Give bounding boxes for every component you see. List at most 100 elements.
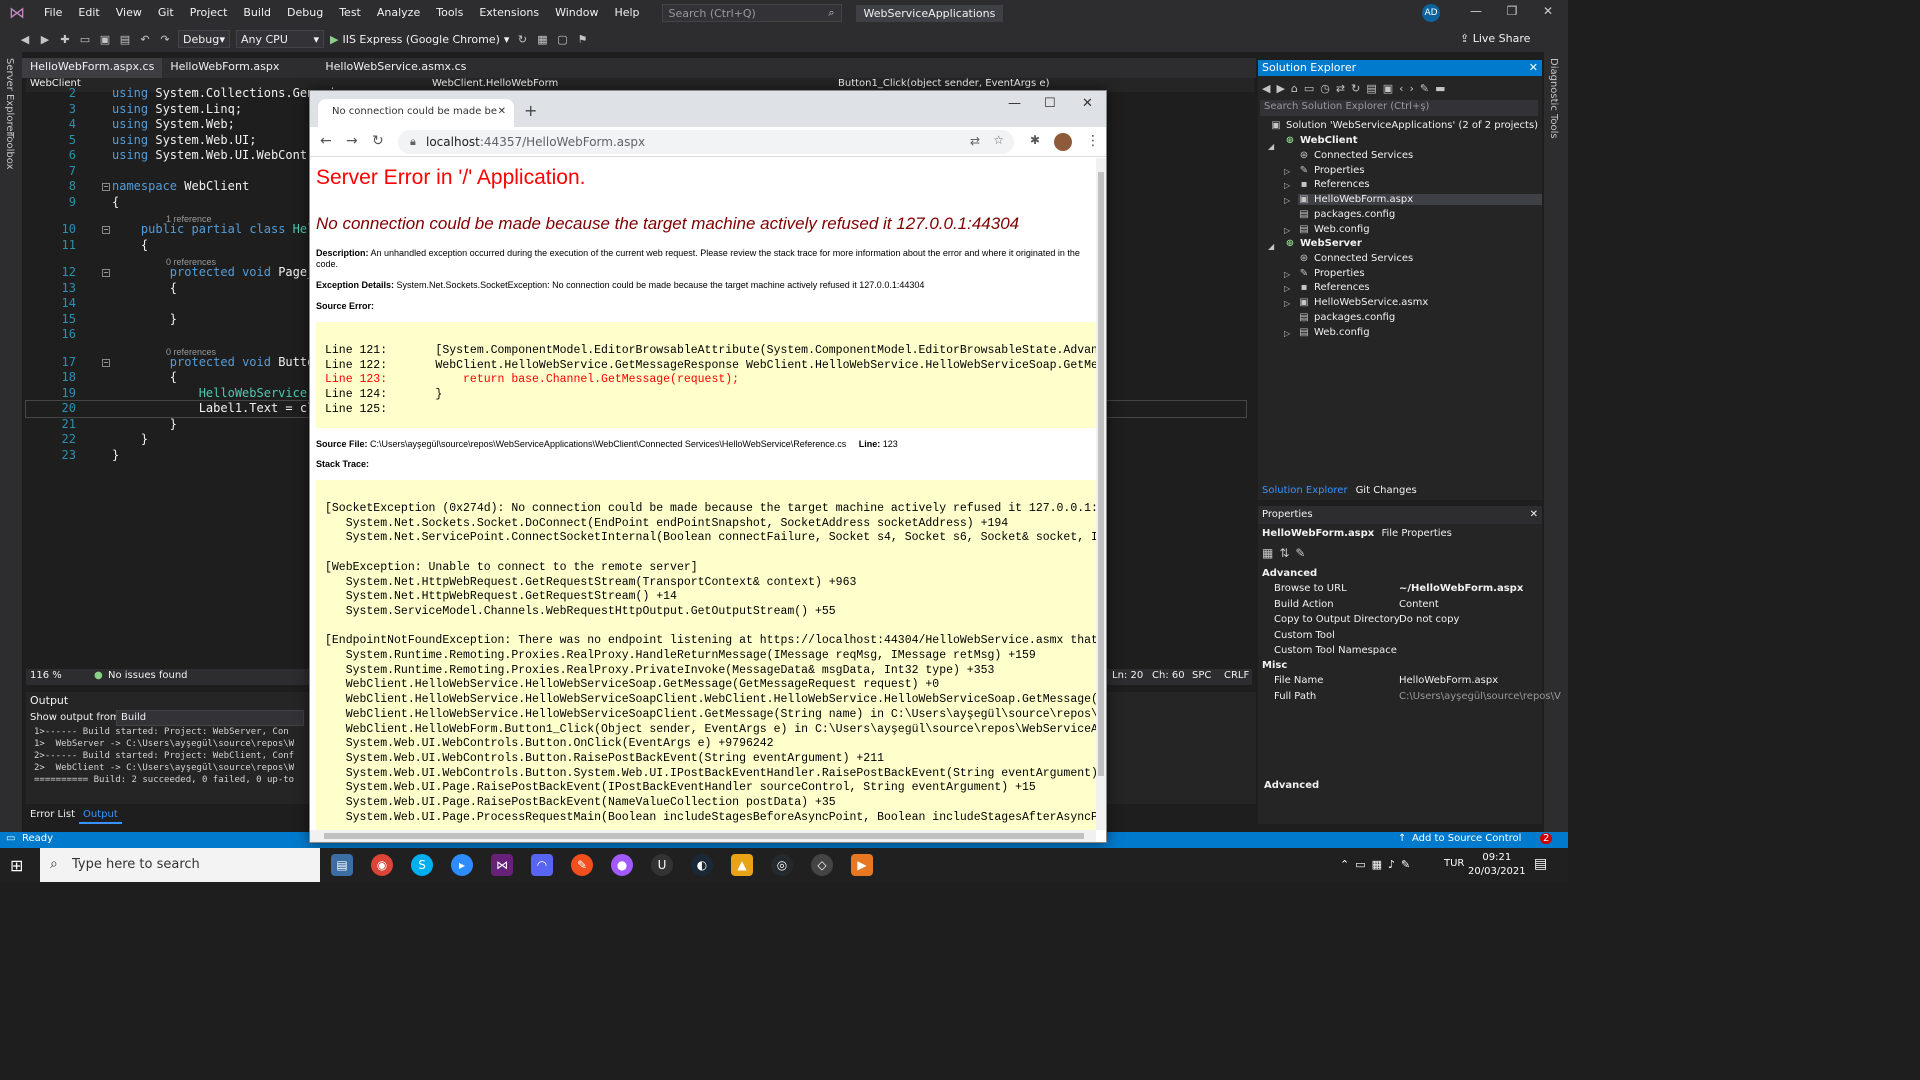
scroll-thumb[interactable] xyxy=(1098,172,1104,776)
translate-icon[interactable]: ⇄ xyxy=(970,134,980,148)
solution-explorer-search-input[interactable]: Search Solution Explorer (Ctrl+ş) xyxy=(1260,100,1538,116)
folder-icon[interactable]: ▦ xyxy=(535,33,549,46)
task-view-app-icon[interactable]: ▤ xyxy=(331,854,353,876)
unity-app-icon[interactable]: ◇ xyxy=(811,854,833,876)
star-icon[interactable]: ☆ xyxy=(993,133,1004,147)
property-row[interactable]: Custom Tool Namespace xyxy=(1274,645,1542,660)
editor-tab[interactable]: HelloWebService.asmx.cs xyxy=(317,58,474,78)
visual-studio-app-icon[interactable]: ⋈ xyxy=(491,854,513,876)
taskbar-search-input[interactable]: ⌕ Type here to search xyxy=(40,848,320,882)
menu-item-edit[interactable]: Edit xyxy=(70,0,107,26)
new-item-icon[interactable]: ✚ xyxy=(58,33,72,46)
github-app-icon[interactable]: ◎ xyxy=(771,854,793,876)
project-node-webserver[interactable]: ⊕ WebServer xyxy=(1284,238,1362,249)
menu-item-project[interactable]: Project xyxy=(182,0,236,26)
bookmark-icon[interactable]: ⚑ xyxy=(575,33,589,46)
property-row[interactable]: Build Action Content xyxy=(1274,599,1542,614)
collapse-icon[interactable]: − xyxy=(102,226,110,234)
tree-item[interactable]: ▤ Web.config xyxy=(1298,224,1369,235)
property-value[interactable]: C:\Users\ayşegül\source\repos\V xyxy=(1399,691,1561,702)
toolbox-tab[interactable]: Toolbox xyxy=(4,132,15,170)
save-icon[interactable]: ▣ xyxy=(98,33,112,46)
vs-search-input[interactable]: Search (Ctrl+Q) ⌕ xyxy=(661,4,842,22)
steam-app-icon[interactable]: ◐ xyxy=(691,854,713,876)
system-tray-icons[interactable]: ⌃▭▦♪✎ xyxy=(1340,858,1416,871)
menu-item-file[interactable]: File xyxy=(36,0,70,26)
zoom-app-icon[interactable]: ▸ xyxy=(451,854,473,876)
browser-icon[interactable]: ▢ xyxy=(555,33,569,46)
language-indicator[interactable]: TUR xyxy=(1444,858,1464,869)
live-share-button[interactable]: ⇪ Live Share xyxy=(1460,32,1530,45)
property-row[interactable]: Copy to Output Directory Do not copy xyxy=(1274,614,1542,629)
tab-output[interactable]: Output xyxy=(79,808,122,824)
open-folder-icon[interactable]: ▭ xyxy=(78,33,92,46)
postman-app-icon[interactable]: ✎ xyxy=(571,854,593,876)
property-value[interactable]: Content xyxy=(1399,599,1439,610)
line-ending[interactable]: CRLF xyxy=(1224,670,1249,681)
property-row[interactable]: File Name HelloWebForm.aspx xyxy=(1274,675,1542,690)
issues-status[interactable]: No issues found xyxy=(108,670,188,681)
property-value[interactable]: ~/HelloWebForm.aspx xyxy=(1399,583,1523,594)
tree-item[interactable]: ▤ packages.config xyxy=(1298,312,1395,323)
tree-item[interactable]: ▤ packages.config xyxy=(1298,209,1395,220)
save-all-icon[interactable]: ▤ xyxy=(118,33,132,46)
notification-badge[interactable]: 2 xyxy=(1540,833,1553,844)
collapsed-arrow-icon[interactable]: ▷ xyxy=(1284,329,1290,338)
extensions-icon[interactable]: ✱ xyxy=(1030,133,1040,147)
platform-select[interactable]: Any CPU ▾ xyxy=(236,30,324,48)
scroll-thumb[interactable] xyxy=(324,833,1084,839)
collapsed-arrow-icon[interactable]: ▷ xyxy=(1284,196,1290,205)
expanded-arrow-icon[interactable]: ◢ xyxy=(1268,242,1274,251)
redo-icon[interactable]: ↷ xyxy=(158,33,172,46)
tree-item[interactable]: ✎ Properties xyxy=(1298,268,1365,279)
tree-item[interactable]: ⊛ Connected Services xyxy=(1298,253,1413,264)
solution-node[interactable]: ▣ Solution 'WebServiceApplications' (2 of… xyxy=(1270,120,1538,131)
menu-item-window[interactable]: Window xyxy=(547,0,606,26)
lock-icon[interactable]: 🔒︎ xyxy=(410,135,416,149)
close-icon[interactable]: ✕ xyxy=(1530,509,1538,520)
chrome-app-icon[interactable]: ◉ xyxy=(371,854,393,876)
tab-git-changes[interactable]: Git Changes xyxy=(1352,484,1421,497)
menu-icon[interactable]: ⋮ xyxy=(1086,133,1100,149)
properties-object-select[interactable]: HelloWebForm.aspx File Properties xyxy=(1262,528,1538,544)
address-bar[interactable]: 🔒︎ localhost:44357/HelloWebForm.aspx ⇄ ☆ xyxy=(398,130,1014,154)
unreal-app-icon[interactable]: U xyxy=(651,854,673,876)
menu-item-debug[interactable]: Debug xyxy=(279,0,331,26)
tree-item[interactable]: ▪ References xyxy=(1298,282,1370,293)
config-select[interactable]: Debug ▾ xyxy=(178,30,230,48)
tree-item[interactable]: ▪ References xyxy=(1298,179,1370,190)
undo-icon[interactable]: ↶ xyxy=(138,33,152,46)
run-button[interactable]: ▶ IIS Express (Google Chrome) ▾ xyxy=(330,33,509,46)
tab-error-list[interactable]: Error List xyxy=(26,808,79,824)
indent-mode[interactable]: SPC xyxy=(1192,670,1211,681)
page-vertical-scrollbar[interactable] xyxy=(1096,158,1106,830)
menu-item-view[interactable]: View xyxy=(108,0,150,26)
project-node-webclient[interactable]: ⊕ WebClient xyxy=(1284,135,1358,146)
forward-arrow-icon[interactable]: → xyxy=(346,133,358,149)
category-advanced[interactable]: Advanced xyxy=(1262,568,1317,579)
close-icon[interactable]: ✕ xyxy=(1529,61,1538,74)
forward-icon[interactable]: ▶ xyxy=(38,33,52,46)
taskbar-clock[interactable]: 09:21 20/03/2021 xyxy=(1468,851,1526,879)
menu-item-build[interactable]: Build xyxy=(235,0,279,26)
discord-app-icon[interactable]: ◠ xyxy=(531,854,553,876)
restore-icon[interactable]: ❐ xyxy=(1502,4,1522,18)
app-icon[interactable]: ▲ xyxy=(731,854,753,876)
menu-item-extensions[interactable]: Extensions xyxy=(471,0,547,26)
property-row[interactable]: Full Path C:\Users\ayşegül\source\repos\V xyxy=(1274,691,1561,706)
editor-tab[interactable]: HelloWebForm.aspx.cs xyxy=(22,58,163,78)
back-arrow-icon[interactable]: ← xyxy=(320,133,332,149)
output-source-select[interactable]: Build xyxy=(116,710,304,726)
chrome-tab[interactable]: No connection could be made be ✕ xyxy=(318,99,514,127)
tree-item[interactable]: ▣ HelloWebService.asmx xyxy=(1298,297,1428,308)
user-avatar[interactable]: AD xyxy=(1422,4,1440,22)
output-text[interactable]: 1>------ Build started: Project: WebServ… xyxy=(34,726,314,786)
menu-item-test[interactable]: Test xyxy=(331,0,369,26)
close-icon[interactable]: ✕ xyxy=(1538,4,1558,18)
collapsed-arrow-icon[interactable]: ▷ xyxy=(1284,181,1290,190)
collapsed-arrow-icon[interactable]: ▷ xyxy=(1284,226,1290,235)
zoom-level[interactable]: 116 % xyxy=(30,670,62,681)
menu-item-help[interactable]: Help xyxy=(606,0,647,26)
tree-item[interactable]: ▤ Web.config xyxy=(1298,327,1369,338)
collapse-icon[interactable]: − xyxy=(102,358,110,367)
